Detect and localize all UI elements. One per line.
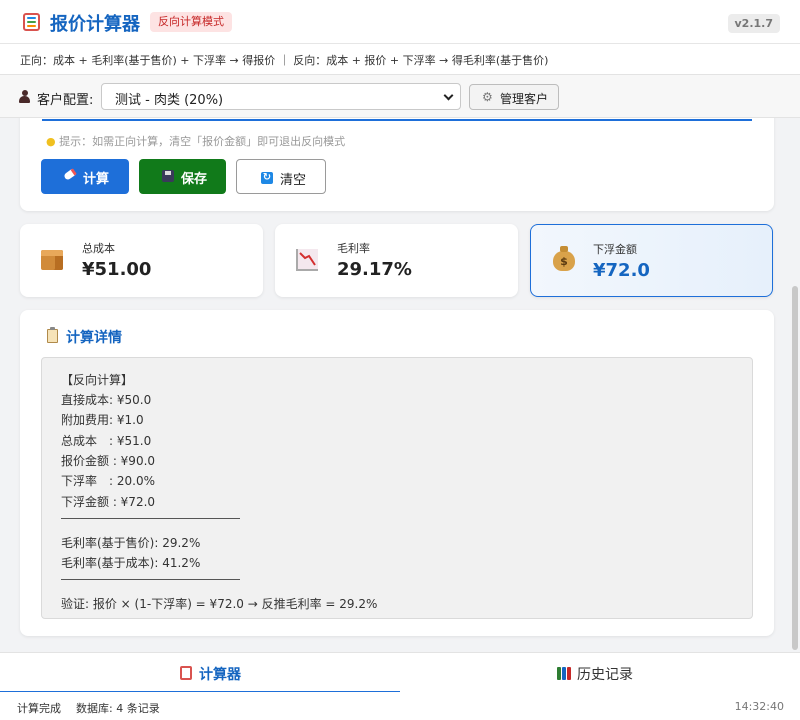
calculation-details-card: 计算详情 【反向计算】 直接成本: ¥50.0 附加费用: ¥1.0 总成本 :… <box>20 310 774 636</box>
detail-line: 【反向计算】 <box>61 373 134 387</box>
package-icon <box>41 250 63 270</box>
abacus-icon <box>180 666 192 680</box>
floppy-disk-icon <box>162 170 174 182</box>
scrollbar-thumb[interactable] <box>792 286 798 650</box>
formula-hint-bar: 正向：成本 + 毛利率(基于售价) + 下浮率 → 得报价 ｜ 反向：成本 + … <box>0 44 800 75</box>
form-card: ● 提示：如需正向计算，清空「报价金额」即可退出反向模式 计算 保存 ↻ 清空 <box>20 118 774 211</box>
client-select[interactable]: 测试 - 肉类 (20%) <box>101 83 461 110</box>
details-box: 【反向计算】 直接成本: ¥50.0 附加费用: ¥1.0 总成本 : ¥51.… <box>41 357 753 619</box>
tab-bar: 计算器 历史记录 <box>0 652 800 693</box>
books-icon <box>557 666 571 680</box>
save-label: 保存 <box>181 172 208 187</box>
reverse-mode-tip: ● 提示：如需正向计算，清空「报价金额」即可退出反向模式 <box>46 133 345 149</box>
rocket-icon <box>63 168 77 181</box>
manage-clients-label: 管理客户 <box>500 92 549 106</box>
stat-value: ¥72.0 <box>593 260 650 281</box>
tip-text: 提示：如需正向计算，清空「报价金额」即可退出反向模式 <box>59 135 346 148</box>
title-bar: 报价计算器 反向计算模式 v2.1.7 <box>0 0 800 44</box>
client-config-label: 客户配置: <box>37 93 94 108</box>
refresh-icon: ↻ <box>261 172 273 184</box>
lightbulb-icon: ● <box>46 135 56 148</box>
stat-card-discount-amount: $ 下浮金额 ¥72.0 <box>530 224 773 297</box>
database-status: 数据库: 4 条记录 <box>76 702 160 715</box>
stat-label: 下浮金额 <box>593 243 637 256</box>
stat-value: ¥51.00 <box>82 259 152 280</box>
status-bar: 计算完成 数据库: 4 条记录 14:32:40 <box>0 692 800 720</box>
detail-line: 毛利率(基于成本): 41.2% <box>61 556 201 570</box>
manage-clients-button[interactable]: ⚙ 管理客户 <box>469 84 559 110</box>
stat-card-total-cost: 总成本 ¥51.00 <box>20 224 263 297</box>
stat-value: 29.17% <box>337 259 412 280</box>
abacus-icon <box>23 13 40 31</box>
client-config-bar: 客户配置: 测试 - 肉类 (20%) ⚙ 管理客户 <box>0 75 800 118</box>
status-time: 14:32:40 <box>734 700 784 713</box>
tab-history-label: 历史记录 <box>577 667 633 683</box>
tab-calculator-label: 计算器 <box>199 667 241 683</box>
content-scroll-area[interactable]: ● 提示：如需正向计算，清空「报价金额」即可退出反向模式 计算 保存 ↻ 清空 … <box>0 118 800 652</box>
tab-history[interactable]: 历史记录 <box>400 653 800 693</box>
stat-label: 毛利率 <box>337 242 370 255</box>
calculate-button[interactable]: 计算 <box>41 159 129 194</box>
detail-line: 毛利率(基于售价): 29.2% <box>61 536 201 550</box>
detail-line: 总成本 : ¥51.0 <box>61 434 152 448</box>
stat-label: 总成本 <box>82 242 115 255</box>
price-input-underline[interactable] <box>42 119 752 121</box>
clear-button[interactable]: ↻ 清空 <box>236 159 326 194</box>
app-title: 报价计算器 <box>50 14 140 35</box>
tab-calculator[interactable]: 计算器 <box>0 653 400 693</box>
divider <box>61 518 240 519</box>
detail-line: 直接成本: ¥50.0 <box>61 393 152 407</box>
scrollbar[interactable] <box>791 118 800 652</box>
detail-line: 下浮金额 : ¥72.0 <box>61 495 156 509</box>
stat-card-margin: 毛利率 29.17% <box>275 224 518 297</box>
version-badge: v2.1.7 <box>727 14 780 33</box>
mode-badge: 反向计算模式 <box>150 12 232 32</box>
money-bag-icon: $ <box>553 246 575 271</box>
status-message: 计算完成 <box>17 702 61 715</box>
detail-line: 验证: 报价 × (1-下浮率) = ¥72.0 → 反推毛利率 = 29.2% <box>61 597 378 611</box>
chart-decreasing-icon <box>296 249 318 271</box>
divider <box>61 579 240 580</box>
chevron-down-icon <box>443 90 454 101</box>
formula-hint: 正向：成本 + 毛利率(基于售价) + 下浮率 → 得报价 ｜ 反向：成本 + … <box>20 54 549 67</box>
clear-label: 清空 <box>280 173 307 188</box>
user-icon <box>19 90 30 103</box>
detail-line: 报价金额 : ¥90.0 <box>61 454 156 468</box>
save-button[interactable]: 保存 <box>139 159 226 194</box>
details-title: 计算详情 <box>66 330 122 346</box>
detail-line: 附加费用: ¥1.0 <box>61 413 144 427</box>
calculate-label: 计算 <box>83 172 110 187</box>
client-select-value: 测试 - 肉类 (20%) <box>115 93 224 108</box>
gear-icon: ⚙ <box>482 90 493 104</box>
clipboard-icon <box>47 327 58 343</box>
detail-line: 下浮率 : 20.0% <box>61 474 155 488</box>
